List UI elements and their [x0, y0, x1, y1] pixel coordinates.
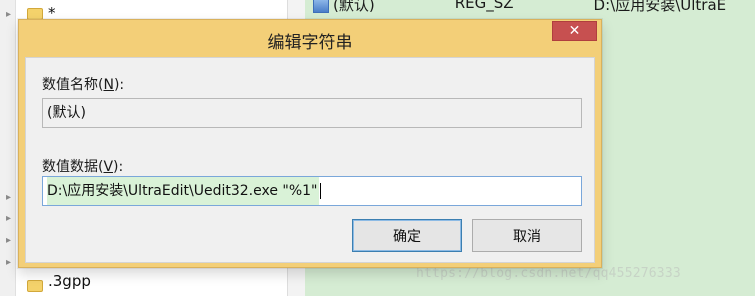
tree-expand-arrow-icon[interactable]: ▸: [6, 258, 11, 268]
value-data-label: 数值数据(V):: [42, 159, 124, 175]
text-caret: [320, 183, 322, 199]
folder-icon: [27, 280, 43, 292]
tree-scroll-gutter: [0, 0, 16, 296]
watermark: https://blog.csdn.net/qq455276333: [416, 266, 681, 281]
ok-button[interactable]: 确定: [352, 219, 462, 252]
close-icon: ✕: [568, 23, 581, 39]
edit-string-dialog: 编辑字符串 ✕ 数值名称(N): (默认) 数值数据(V): D:\应用安装\U…: [18, 19, 602, 268]
value-data-text: D:\应用安装\UltraEdit\Uedit32.exe "%1": [47, 177, 320, 205]
dialog-client-area: 数值名称(N): (默认) 数值数据(V): D:\应用安装\UltraEdit…: [25, 57, 595, 263]
tree-expand-arrow-icon[interactable]: ▸: [6, 10, 11, 20]
cancel-button[interactable]: 取消: [472, 219, 582, 252]
close-button[interactable]: ✕: [552, 21, 597, 41]
dialog-titlebar[interactable]: 编辑字符串 ✕: [19, 20, 601, 57]
registry-value-type: REG_SZ: [454, 0, 514, 12]
tree-expand-arrow-icon[interactable]: ▸: [6, 236, 11, 246]
string-value-icon: [313, 0, 329, 13]
tree-expand-arrow-icon[interactable]: ▸: [6, 214, 11, 224]
value-data-input[interactable]: D:\应用安装\UltraEdit\Uedit32.exe "%1": [42, 176, 582, 206]
registry-value-name: (默认): [313, 0, 375, 14]
dialog-title: 编辑字符串: [267, 33, 353, 53]
registry-value-data: D:\应用安装\UltraE: [593, 0, 727, 14]
tree-expand-arrow-icon[interactable]: ▸: [6, 193, 11, 203]
value-name-label: 数值名称(N):: [42, 77, 125, 93]
screen: ▸ * ▸ ▸ ▸ ▸ .3gpp (默认) REG_SZ D:\应用安装\Ul…: [0, 0, 755, 296]
registry-value-row[interactable]: (默认) REG_SZ D:\应用安装\UltraE: [313, 0, 726, 14]
tree-item-label[interactable]: .3gpp: [48, 272, 91, 290]
value-name-field[interactable]: (默认): [42, 98, 582, 128]
